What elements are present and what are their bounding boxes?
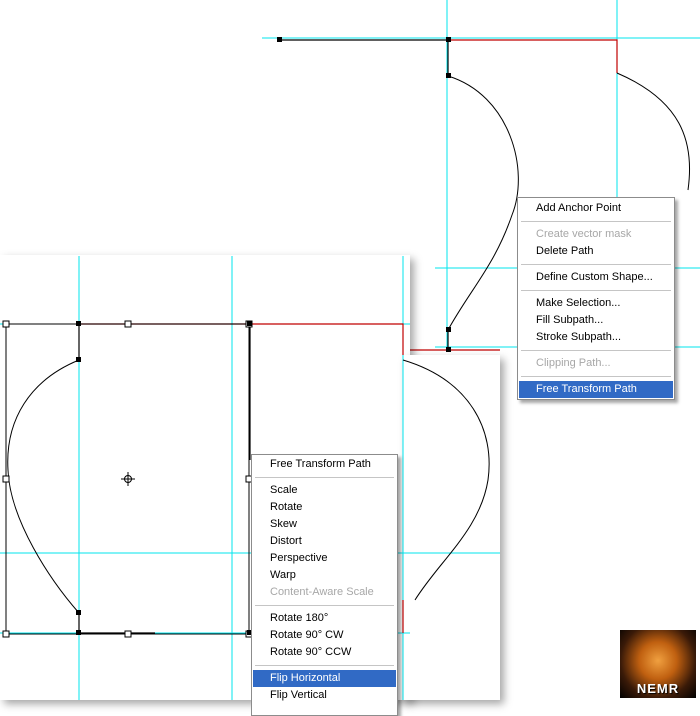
menu-separator: [521, 350, 671, 351]
menu-item-free-transform-path[interactable]: Free Transform Path: [519, 381, 673, 398]
menu-item-stroke-subpath[interactable]: Stroke Subpath...: [519, 329, 673, 346]
menu-separator: [521, 290, 671, 291]
path-curve: [402, 359, 490, 601]
anchor-point[interactable]: [76, 357, 81, 362]
menu-item-make-selection[interactable]: Make Selection...: [519, 295, 673, 312]
menu-item-flip-vertical[interactable]: Flip Vertical: [253, 687, 396, 704]
anchor-point[interactable]: [247, 321, 252, 326]
menu-item-rotate-90-ccw[interactable]: Rotate 90° CCW: [253, 644, 396, 661]
transform-handle[interactable]: [124, 630, 132, 638]
transform-handle[interactable]: [2, 630, 10, 638]
menu-item-delete-path[interactable]: Delete Path: [519, 243, 673, 260]
menu-item-warp[interactable]: Warp: [253, 567, 396, 584]
menu-item-rotate-90-cw[interactable]: Rotate 90° CW: [253, 627, 396, 644]
anchor-point[interactable]: [76, 321, 81, 326]
menu-item-clipping-path: Clipping Path...: [536, 357, 611, 369]
menu-item-content-aware-scale: Content-Aware Scale: [270, 586, 374, 598]
menu-item-rotate-180[interactable]: Rotate 180°: [253, 610, 396, 627]
path-segment-red: [79, 323, 404, 355]
transform-handle[interactable]: [2, 475, 10, 483]
menu-item-free-transform-path[interactable]: Free Transform Path: [253, 456, 396, 473]
menu-item-perspective[interactable]: Perspective: [253, 550, 396, 567]
menu-item-scale[interactable]: Scale: [253, 482, 396, 499]
tiger-logo-icon: NEMR: [620, 630, 696, 698]
anchor-point[interactable]: [76, 630, 81, 635]
menu-separator: [521, 221, 671, 222]
anchor-point[interactable]: [76, 610, 81, 615]
menu-separator: [255, 665, 394, 666]
menu-item-flip-horizontal[interactable]: Flip Horizontal: [253, 670, 396, 687]
transform-context-menu: Free Transform Path Scale Rotate Skew Distor…: [251, 454, 398, 716]
menu-item-distort[interactable]: Distort: [253, 533, 396, 550]
menu-item-define-custom-shape[interactable]: Define Custom Shape...: [519, 269, 673, 286]
menu-item-skew[interactable]: Skew: [253, 516, 396, 533]
menu-separator: [521, 376, 671, 377]
menu-item-add-anchor-point[interactable]: Add Anchor Point: [519, 200, 673, 217]
menu-separator: [255, 605, 394, 606]
menu-item-create-vector-mask: Create vector mask: [536, 228, 632, 240]
transform-handle[interactable]: [2, 320, 10, 328]
reference-point-icon[interactable]: [121, 472, 135, 486]
menu-item-fill-subpath[interactable]: Fill Subpath...: [519, 312, 673, 329]
menu-item-rotate[interactable]: Rotate: [253, 499, 396, 516]
path-context-menu: Add Anchor Point Create vector mask Delete…: [517, 197, 675, 400]
logo-text: NEMR: [636, 681, 680, 696]
path-curve: [7, 359, 80, 614]
menu-separator: [255, 477, 394, 478]
transform-handle[interactable]: [124, 320, 132, 328]
menu-separator: [521, 264, 671, 265]
